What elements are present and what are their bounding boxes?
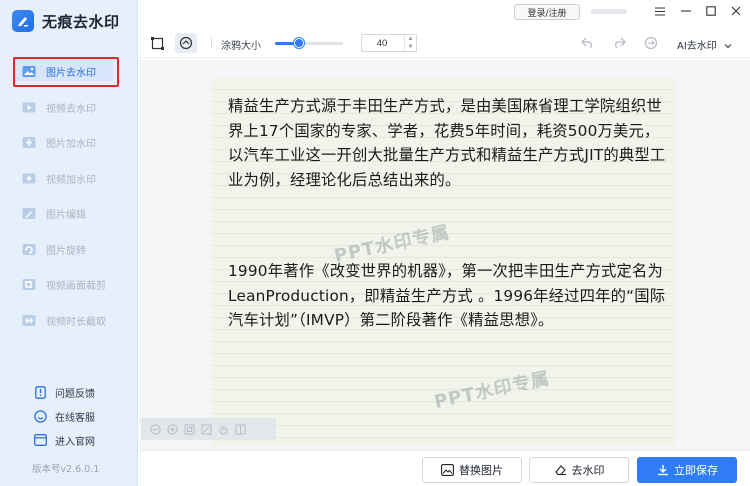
remove-watermark-label: 去水印: [571, 464, 605, 477]
website-label: 进入官网: [55, 436, 95, 448]
login-register-button[interactable]: 登录/注册: [514, 4, 580, 20]
toolbar: 涂鸦大小 40 ▲ ▼ AI去水印: [139, 28, 750, 58]
sidebar-item-label: 图片编辑: [46, 210, 86, 222]
sidebar-item-image-add-watermark[interactable]: 图片加水印: [0, 125, 138, 161]
fit-screen-icon[interactable]: [183, 423, 195, 435]
toolbar-divider: [211, 37, 212, 49]
close-icon[interactable]: [728, 3, 744, 19]
document-image: 精益生产方式源于丰田生产方式，是由美国麻省理工学院组织世界上17个国家的专家、学…: [211, 78, 675, 446]
sidebar-bottom-links: 问题反馈 在线客服 进入官网: [0, 380, 138, 452]
brush-size-slider[interactable]: [275, 42, 343, 45]
sidebar-item-label: 图片加水印: [46, 139, 96, 151]
feedback-icon: [34, 385, 47, 399]
feedback-label: 问题反馈: [55, 388, 95, 400]
sidebar-item-video-add-watermark[interactable]: 视频加水印: [0, 161, 138, 197]
minimize-icon[interactable]: [678, 3, 694, 19]
document-paragraph: 1990年著作《改变世界的机器》，第一次把丰田生产方式定名为 LeanProdu…: [228, 262, 666, 329]
redo-icon[interactable]: [611, 35, 627, 51]
image-erase-icon: [22, 65, 36, 79]
split-view-icon[interactable]: [234, 423, 246, 435]
title-bar: 登录/注册: [139, 0, 750, 24]
image-canvas[interactable]: 精益生产方式源于丰田生产方式，是由美国麻省理工学院组织世界上17个国家的专家、学…: [139, 60, 750, 450]
eraser-icon: [554, 464, 567, 477]
image-edit-icon: [22, 207, 36, 221]
document-paragraph: 精益生产方式源于丰田生产方式，是由美国麻省理工学院组织世界上17个国家的专家、学…: [228, 97, 666, 189]
video-add-watermark-icon: [22, 171, 36, 185]
video-erase-icon: [22, 100, 36, 114]
brush-size-stepper[interactable]: ▲ ▼: [404, 35, 416, 51]
bottom-action-bar: 替换图片 去水印 立即保存: [139, 450, 750, 486]
ai-remove-watermark-dropdown[interactable]: AI去水印: [677, 37, 717, 52]
website-icon: [34, 434, 47, 447]
image-add-watermark-icon: [22, 136, 36, 150]
remove-watermark-button[interactable]: 去水印: [529, 457, 629, 483]
sidebar-item-image-rotate[interactable]: 图片旋转: [0, 232, 138, 268]
website-link[interactable]: 进入官网: [0, 428, 138, 452]
sidebar-item-label: 图片去水印: [46, 68, 96, 80]
customer-service-link[interactable]: 在线客服: [0, 404, 138, 428]
sidebar-item-label: 视频画面裁剪: [46, 281, 106, 293]
app-title: 无痕去水印: [42, 12, 120, 31]
sidebar-item-label: 图片旋转: [46, 245, 86, 257]
customer-service-label: 在线客服: [55, 412, 95, 424]
sidebar-item-video-crop[interactable]: 视频画面裁剪: [0, 267, 138, 303]
sidebar: 无痕去水印 图片去水印 视频去水印 图片加水印 视频加水印 图片编辑 图片旋转 …: [0, 0, 138, 486]
chevron-up-icon[interactable]: ▲: [408, 36, 414, 42]
brush-tool-icon[interactable]: [175, 33, 197, 53]
watermark-text: PPT水印专属: [432, 367, 552, 413]
sidebar-nav: 图片去水印 视频去水印 图片加水印 视频加水印 图片编辑 图片旋转 视频画面裁剪…: [0, 54, 138, 338]
sidebar-item-label: 视频时长截取: [46, 316, 106, 328]
video-trim-icon: [22, 313, 36, 327]
actual-size-icon[interactable]: [200, 423, 212, 435]
sidebar-item-label: 视频去水印: [46, 103, 96, 115]
hand-pan-icon[interactable]: [217, 423, 229, 435]
undo-icon[interactable]: [580, 35, 596, 51]
account-placeholder: [591, 9, 627, 14]
rectangle-select-icon[interactable]: [149, 35, 165, 51]
chevron-down-icon[interactable]: [723, 38, 733, 49]
customer-service-icon: [34, 409, 47, 423]
sidebar-item-video-trim[interactable]: 视频时长截取: [0, 303, 138, 339]
save-now-label: 立即保存: [674, 464, 718, 477]
maximize-icon[interactable]: [703, 3, 719, 19]
brush-size-slider-handle[interactable]: [293, 38, 304, 48]
sidebar-item-video-remove-watermark[interactable]: 视频去水印: [0, 90, 138, 126]
image-rotate-icon: [22, 242, 36, 256]
app-logo: 无痕去水印: [12, 10, 120, 32]
video-crop-icon: [22, 278, 36, 292]
sidebar-item-label: 视频加水印: [46, 174, 96, 186]
compare-icon[interactable]: [643, 35, 659, 51]
replace-image-label: 替换图片: [459, 464, 503, 477]
replace-image-button[interactable]: 替换图片: [422, 457, 522, 483]
chevron-down-icon[interactable]: ▼: [408, 44, 414, 50]
download-icon: [656, 464, 669, 477]
zoom-controls: [141, 418, 276, 440]
version-label: 版本号v2.6.0.1: [32, 464, 100, 475]
zoom-in-icon[interactable]: [166, 423, 178, 435]
app-logo-icon: [12, 10, 34, 32]
sidebar-item-image-edit[interactable]: 图片编辑: [0, 196, 138, 232]
menu-icon[interactable]: [652, 3, 668, 19]
brush-size-input[interactable]: 40 ▲ ▼: [361, 34, 417, 52]
brush-size-value: 40: [376, 37, 388, 49]
sidebar-item-image-remove-watermark[interactable]: 图片去水印: [0, 54, 138, 90]
save-now-button[interactable]: 立即保存: [637, 457, 737, 483]
replace-image-icon: [441, 464, 454, 477]
zoom-out-icon[interactable]: [149, 423, 161, 435]
brush-size-label: 涂鸦大小: [221, 41, 261, 52]
feedback-link[interactable]: 问题反馈: [0, 380, 138, 404]
